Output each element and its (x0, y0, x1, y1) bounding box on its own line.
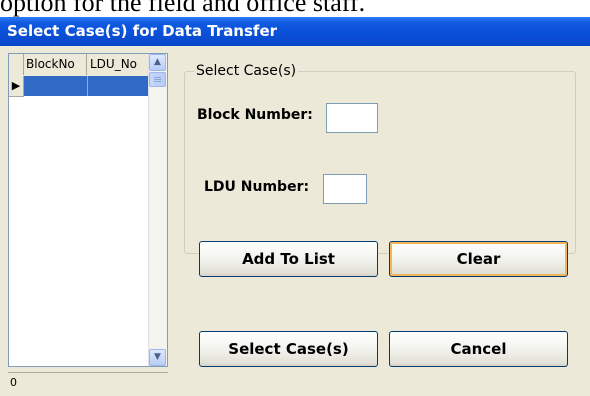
select-cases-button[interactable]: Select Case(s) (199, 331, 378, 367)
select-cases-group (184, 71, 576, 254)
ldu-number-input[interactable] (323, 174, 367, 204)
group-legend: Select Case(s) (194, 62, 299, 80)
ldu-number-label: LDU Number: (204, 179, 310, 195)
add-to-list-button[interactable]: Add To List (199, 241, 378, 277)
chevron-down-icon[interactable]: ▼ (149, 349, 166, 366)
grid-corner (9, 54, 24, 75)
column-header-ldu-no[interactable]: LDU_No (87, 54, 149, 75)
block-number-input[interactable] (326, 103, 378, 133)
current-row-icon: ▶ (9, 76, 24, 97)
cell-ldu-no[interactable] (88, 76, 149, 96)
cases-grid[interactable]: BlockNo LDU_No ▶ ▲ ▼ (8, 53, 168, 367)
chevron-up-icon[interactable]: ▲ (149, 54, 166, 71)
scroll-thumb[interactable] (149, 72, 166, 87)
grid-header: BlockNo LDU_No (9, 54, 149, 77)
grid-vertical-scrollbar[interactable]: ▲ ▼ (148, 54, 167, 366)
cell-blockno[interactable] (24, 76, 88, 96)
record-count: 0 (8, 372, 168, 392)
cancel-button[interactable]: Cancel (389, 331, 568, 367)
block-number-label: Block Number: (197, 107, 313, 123)
table-row[interactable]: ▶ (9, 76, 149, 97)
clear-button[interactable]: Clear (389, 241, 568, 277)
dialog-window: Select Case(s) for Data Transfer BlockNo… (0, 17, 590, 396)
column-header-blockno[interactable]: BlockNo (23, 54, 87, 75)
window-title: Select Case(s) for Data Transfer (0, 17, 590, 46)
